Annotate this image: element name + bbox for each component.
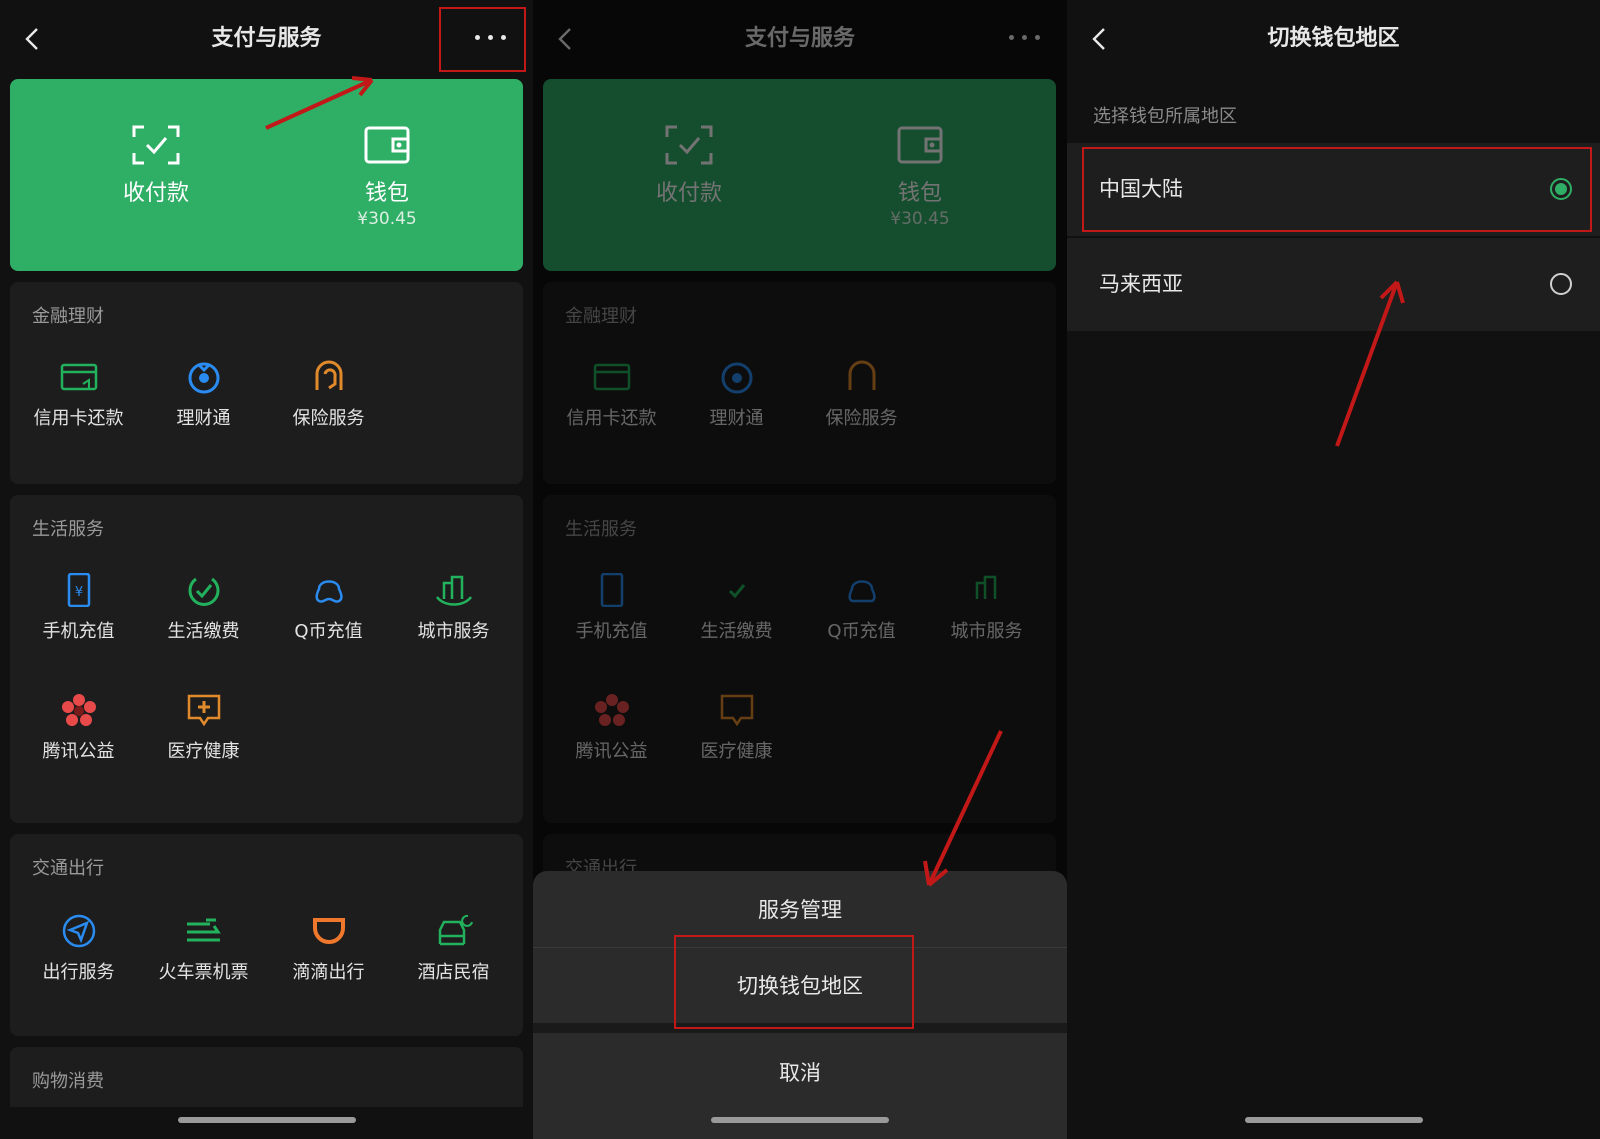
service-label: 保险服务: [292, 408, 365, 429]
hotel-icon: [438, 914, 473, 946]
train-plane-icon: [186, 918, 221, 942]
wallet-button[interactable]: 钱包 ¥30.45: [307, 125, 467, 229]
service-label: 酒店民宿: [417, 962, 490, 983]
service-label: 手机充值: [42, 621, 115, 642]
charity-icon: [61, 694, 96, 726]
wealth-icon: [188, 362, 219, 394]
wallet-balance: ¥30.45: [357, 209, 417, 229]
section-title: 购物消费: [32, 1071, 104, 1092]
service-label: 滴滴出行: [292, 962, 365, 983]
service-label: 腾讯公益: [42, 741, 115, 762]
page-title: 切换钱包地区: [1267, 26, 1400, 51]
region-section-subtitle: 选择钱包所属地区: [1093, 106, 1237, 127]
utility-bill-icon: [188, 577, 219, 606]
payment-services-screen: 支付与服务 收付款 钱包 ¥30.45 金融理财 信用卡还款 理财通 保险服务 …: [0, 0, 533, 1139]
service-qcoin[interactable]: Q币充值: [266, 573, 391, 643]
highlight-box: [1082, 147, 1592, 232]
region-label: 马来西亚: [1099, 272, 1183, 296]
health-icon: [187, 694, 220, 727]
service-train-plane[interactable]: 火车票机票: [141, 914, 266, 984]
qq-coin-icon: [314, 580, 343, 603]
service-phone-topup[interactable]: ¥ 手机充值: [16, 573, 141, 643]
svg-text:¥: ¥: [74, 585, 82, 600]
service-health[interactable]: 医疗健康: [141, 693, 266, 763]
section-life: 生活服务 ¥ 手机充值 生活缴费 Q币充值 城市服务 腾讯公益 医疗健康: [10, 495, 523, 823]
section-shopping: 购物消费: [10, 1047, 523, 1107]
section-title: 交通出行: [32, 858, 104, 879]
service-label: 医疗健康: [167, 741, 240, 762]
switch-wallet-region-screen: 切换钱包地区 选择钱包所属地区 中国大陆 马来西亚: [1067, 0, 1600, 1139]
scan-pay-icon: [132, 125, 180, 165]
section-finance: 金融理财 信用卡还款 理财通 保险服务: [10, 282, 523, 484]
service-utility[interactable]: 生活缴费: [141, 573, 266, 643]
service-label: 理财通: [176, 408, 231, 429]
highlight-box: [439, 7, 526, 72]
receive-pay-button[interactable]: 收付款: [76, 125, 236, 207]
payment-services-action-sheet-screen: 支付与服务 收付款 钱包 ¥30.45 金融理财 信用卡还款 理财通 保险服务 …: [533, 0, 1067, 1139]
receive-pay-label: 收付款: [122, 181, 189, 206]
radio-unselected-icon[interactable]: [1550, 273, 1572, 295]
service-label: 生活缴费: [167, 621, 240, 642]
service-hotel[interactable]: 酒店民宿: [391, 914, 516, 984]
credit-card-icon: [60, 363, 97, 391]
service-travel[interactable]: 出行服务: [16, 914, 141, 984]
section-title: 生活服务: [32, 519, 104, 540]
payment-hero-card: 收付款 钱包 ¥30.45: [10, 79, 523, 271]
top-bar: 切换钱包地区: [1067, 0, 1600, 74]
home-indicator: [1244, 1117, 1423, 1123]
service-insurance[interactable]: 保险服务: [266, 360, 391, 430]
service-label: 城市服务: [417, 621, 490, 642]
didi-icon: [312, 918, 345, 944]
home-indicator: [711, 1117, 889, 1123]
section-title: 金融理财: [32, 306, 104, 327]
service-label: 火车票机票: [158, 962, 249, 983]
city-service-icon: [435, 575, 472, 606]
service-label: 信用卡还款: [33, 408, 124, 429]
highlight-box: [674, 935, 914, 1029]
service-credit-card[interactable]: 信用卡还款: [16, 360, 141, 430]
service-city[interactable]: 城市服务: [391, 573, 516, 643]
section-transport: 交通出行 出行服务 火车票机票 滴滴出行 酒店民宿: [10, 834, 523, 1036]
service-didi[interactable]: 滴滴出行: [266, 914, 391, 984]
phone-topup-icon: ¥: [67, 573, 90, 607]
home-indicator: [177, 1117, 356, 1123]
insurance-icon: [315, 360, 342, 390]
wallet-label: 钱包: [364, 181, 409, 206]
wallet-icon: [364, 126, 410, 164]
service-charity[interactable]: 腾讯公益: [16, 693, 141, 763]
travel-icon: [62, 914, 95, 948]
service-label: 出行服务: [42, 962, 115, 983]
cancel-button[interactable]: 取消: [533, 1033, 1067, 1113]
service-wealth[interactable]: 理财通: [141, 360, 266, 430]
service-label: Q币充值: [294, 621, 363, 642]
region-option-malaysia[interactable]: 马来西亚: [1067, 238, 1600, 331]
